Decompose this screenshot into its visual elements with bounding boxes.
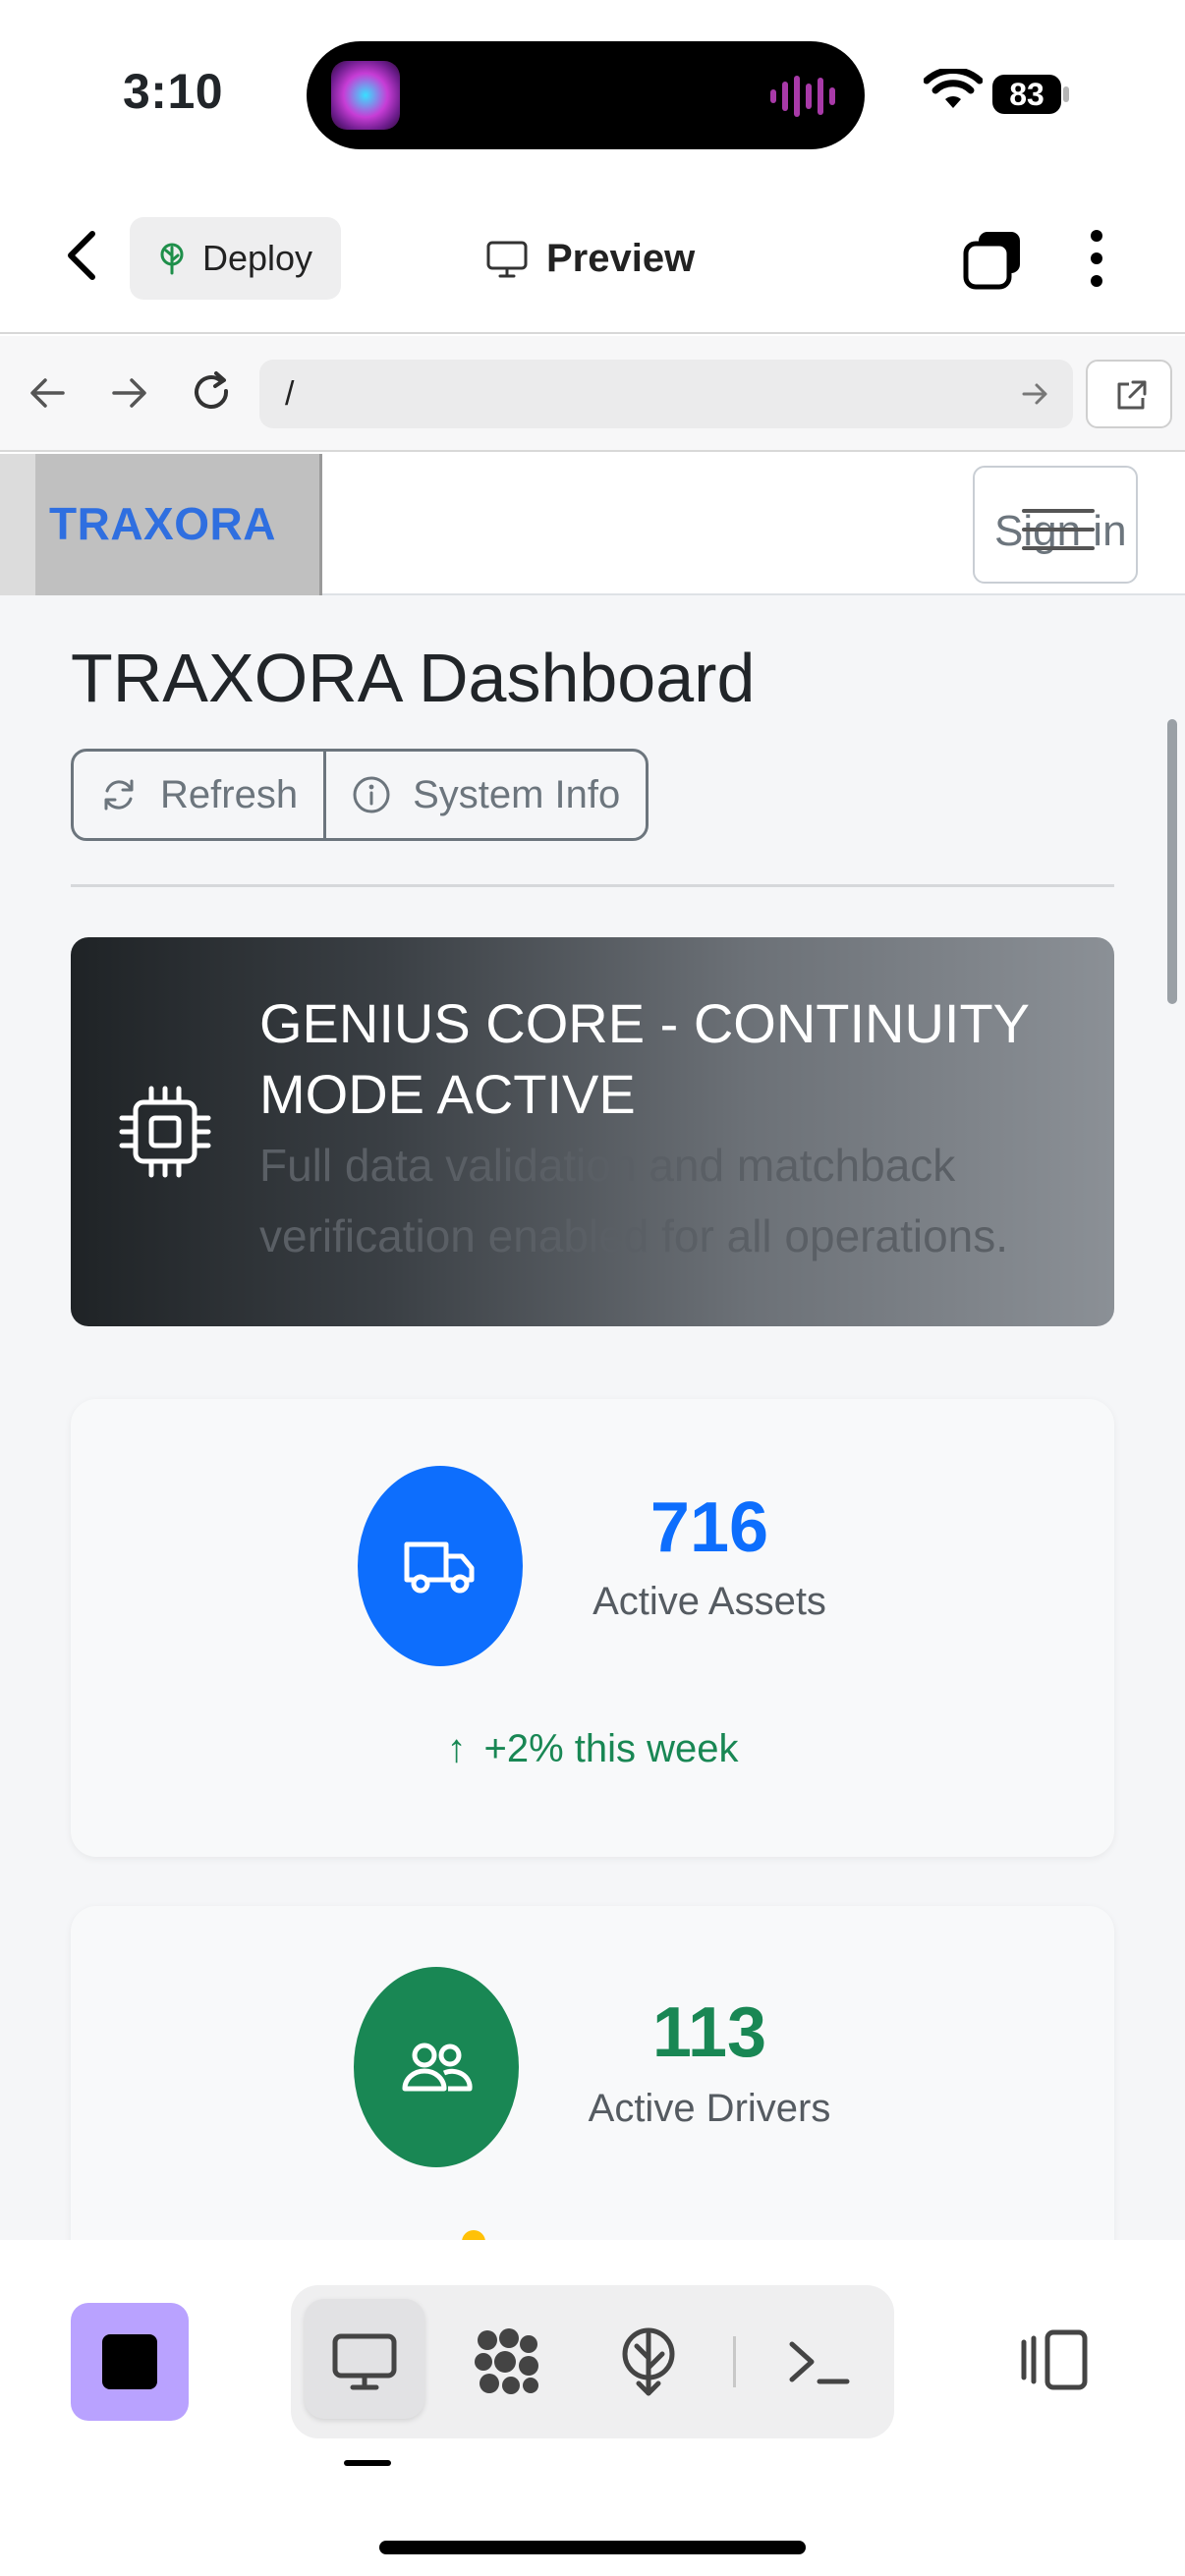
section-divider — [71, 884, 1114, 887]
monitor-icon — [486, 241, 528, 278]
brand-logo-text: TRAXORA — [49, 498, 276, 549]
browser-bar: / — [0, 336, 1185, 452]
refresh-button[interactable]: Refresh — [74, 752, 323, 838]
cluster-icon[interactable] — [470, 2324, 544, 2399]
url-field[interactable]: / — [259, 360, 1073, 428]
battery-level: 83 — [992, 75, 1061, 114]
home-indicator[interactable] — [379, 2541, 806, 2554]
banner-title: GENIUS CORE - CONTINUITY MODE ACTIVE — [259, 992, 1030, 1125]
stat-card-active-drivers: 113 Active Drivers — [71, 1906, 1114, 2240]
status-bar: 3:10 83 — [0, 0, 1185, 187]
deploy-button[interactable]: Deploy — [130, 217, 341, 300]
terminal-icon[interactable] — [782, 2324, 857, 2399]
cpu-chip-icon — [119, 1086, 211, 1178]
app-header: Deploy Preview — [0, 196, 1185, 334]
battery-tip — [1063, 86, 1069, 102]
up-arrow-icon: ↑ — [446, 1727, 467, 1770]
deploy-icon[interactable] — [611, 2324, 686, 2399]
sidebar-toggle-icon[interactable] — [1018, 2328, 1089, 2391]
wifi-icon — [924, 69, 983, 108]
preview-tab[interactable]: Preview — [485, 232, 695, 285]
truck-icon-circle — [358, 1466, 523, 1666]
genius-core-banner: GENIUS CORE - CONTINUITY MODE ACTIVE Ful… — [71, 937, 1114, 1326]
more-vertical-icon[interactable] — [1077, 226, 1116, 291]
stat-value-drivers: 113 — [651, 1993, 767, 2072]
stat-delta-text: +2% this week — [483, 1727, 739, 1770]
dynamic-island — [307, 41, 865, 149]
truck-icon — [404, 1541, 475, 1594]
open-external-button[interactable] — [1086, 360, 1172, 428]
deploy-label: Deploy — [202, 238, 313, 278]
refresh-icon — [104, 779, 134, 811]
stat-delta-assets: ↑ +2% this week — [71, 1727, 1114, 1771]
go-arrow-icon[interactable] — [1018, 377, 1051, 411]
stat-label-drivers: Active Drivers — [588, 2087, 831, 2130]
preview-label: Preview — [546, 236, 696, 280]
external-link-icon — [1117, 380, 1147, 410]
bottom-toolbar — [0, 2240, 1185, 2576]
back-chevron-icon[interactable] — [59, 226, 108, 285]
tabs-icon[interactable] — [961, 228, 1024, 291]
hamburger-menu-icon[interactable] — [1022, 507, 1095, 552]
view-switcher — [291, 2285, 894, 2438]
desktop-icon[interactable] — [327, 2324, 402, 2399]
reload-icon[interactable] — [189, 369, 236, 417]
stat-card-active-assets: 716 Active Assets ↑ +2% this week — [71, 1399, 1114, 1857]
refresh-label: Refresh — [160, 772, 299, 816]
url-text: / — [285, 375, 295, 413]
brand-container[interactable]: TRAXORA — [0, 454, 322, 595]
site-navbar: TRAXORA Sign in — [0, 454, 1185, 595]
browser-back-icon[interactable] — [24, 369, 71, 417]
system-info-button[interactable]: System Info — [323, 752, 646, 838]
web-preview: TRAXORA Sign in TRAXORA Dashboard Refres… — [0, 454, 1185, 2240]
active-tab-underline — [344, 2460, 391, 2466]
browser-forward-icon[interactable] — [106, 369, 153, 417]
brand-strip — [0, 454, 35, 595]
deploy-tree-icon — [160, 243, 184, 275]
system-info-label: System Info — [413, 772, 621, 816]
stop-button[interactable] — [71, 2303, 189, 2421]
view-switcher-separator — [733, 2336, 736, 2387]
scrollbar[interactable] — [1167, 719, 1177, 1004]
banner-text: Full data validation and matchback verif… — [259, 1140, 1009, 1261]
page-title: TRAXORA Dashboard — [71, 640, 756, 716]
sign-in-button[interactable]: Sign in — [973, 466, 1138, 584]
stat-label-assets: Active Assets — [592, 1580, 826, 1623]
action-button-group: Refresh System Info — [71, 749, 649, 841]
info-circle-icon — [353, 776, 390, 813]
stat-value-assets: 716 — [649, 1488, 769, 1567]
people-icon — [402, 2043, 473, 2092]
status-time: 3:10 — [123, 64, 224, 119]
now-playing-app-icon — [331, 61, 400, 130]
audio-wave-icon — [770, 76, 835, 117]
people-icon-circle — [354, 1967, 519, 2167]
stop-icon — [102, 2334, 157, 2389]
